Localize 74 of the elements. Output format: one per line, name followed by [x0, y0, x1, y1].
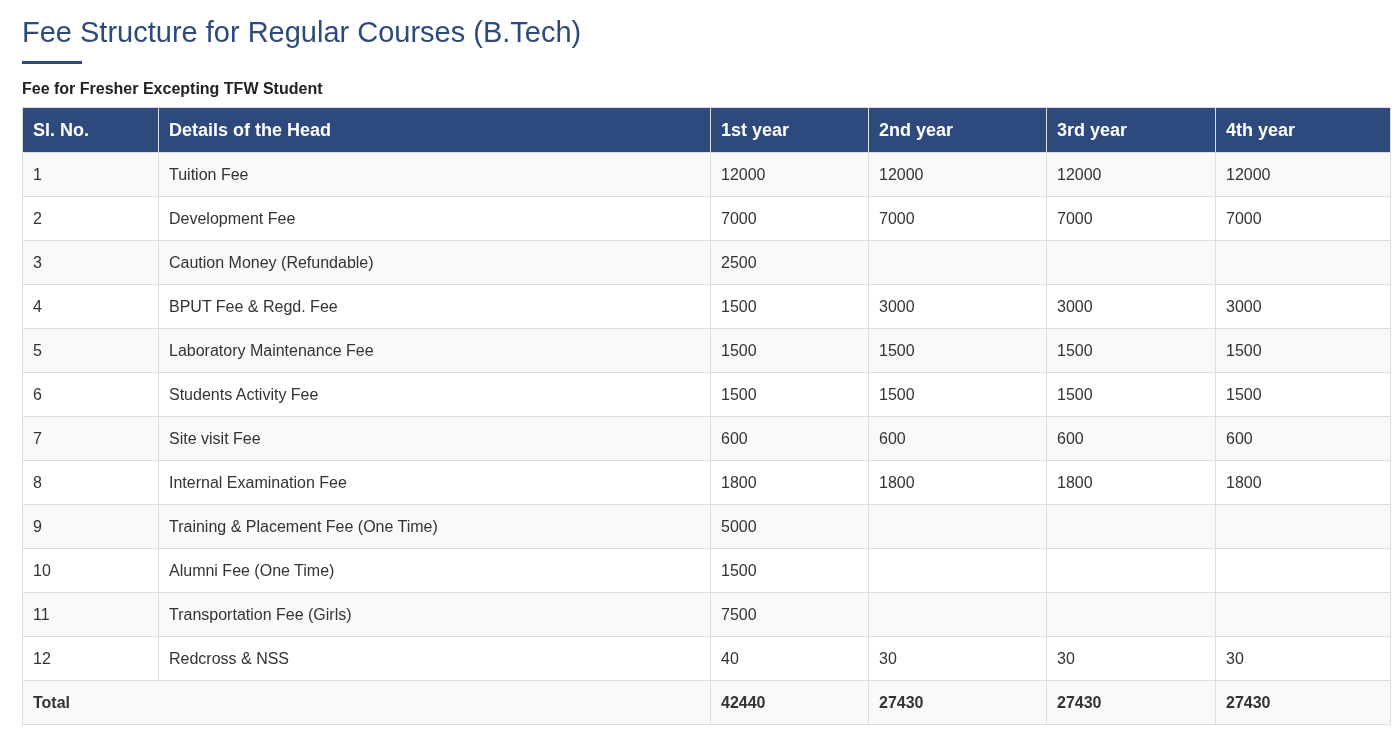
table-cell: Training & Placement Fee (One Time)	[158, 504, 711, 549]
table-cell: 1800	[1046, 460, 1216, 505]
table-cell: 30	[1046, 636, 1216, 681]
table-cell: 11	[22, 592, 159, 637]
table-cell: 5	[22, 328, 159, 373]
table-cell: 7	[22, 416, 159, 461]
table-cell: 8	[22, 460, 159, 505]
column-header: 2nd year	[868, 107, 1047, 153]
table-cell: BPUT Fee & Regd. Fee	[158, 284, 711, 329]
table-cell: 1500	[710, 372, 869, 417]
table-cell: 2500	[710, 240, 869, 285]
table-cell: Alumni Fee (One Time)	[158, 548, 711, 593]
table-cell: 600	[1215, 416, 1391, 461]
table-cell: 12000	[868, 152, 1047, 197]
table-cell: 3000	[868, 284, 1047, 329]
table-cell: 12	[22, 636, 159, 681]
table-cell: Caution Money (Refundable)	[158, 240, 711, 285]
column-header: Details of the Head	[158, 107, 711, 153]
table-cell: Tuition Fee	[158, 152, 711, 197]
column-header: 4th year	[1215, 107, 1391, 153]
table-cell: 1500	[1046, 372, 1216, 417]
table-cell: 600	[1046, 416, 1216, 461]
table-cell: 600	[868, 416, 1047, 461]
table-cell: 40	[710, 636, 869, 681]
table-cell: 7000	[1046, 196, 1216, 241]
column-header: 3rd year	[1046, 107, 1216, 153]
title-underline	[22, 61, 82, 64]
column-header: 1st year	[710, 107, 869, 153]
table-cell: 2	[22, 196, 159, 241]
table-cell: 1500	[868, 328, 1047, 373]
table-cell: Laboratory Maintenance Fee	[158, 328, 711, 373]
table-cell: 4	[22, 284, 159, 329]
table-cell: 1500	[868, 372, 1047, 417]
page-title: Fee Structure for Regular Courses (B.Tech)	[22, 15, 582, 50]
total-cell: 27430	[1215, 680, 1391, 725]
table-cell: 6	[22, 372, 159, 417]
table-cell: 7500	[710, 592, 869, 637]
table-cell: 5000	[710, 504, 869, 549]
table-cell: 12000	[710, 152, 869, 197]
table-cell: 1500	[1215, 372, 1391, 417]
total-label: Total	[22, 680, 711, 725]
table-cell: 1500	[710, 548, 869, 593]
table-cell: Students Activity Fee	[158, 372, 711, 417]
table-cell: 9	[22, 504, 159, 549]
table-cell: 1500	[1215, 328, 1391, 373]
table-cell: 12000	[1046, 152, 1216, 197]
table-cell: 1800	[868, 460, 1047, 505]
table-cell: 30	[868, 636, 1047, 681]
table-cell: Site visit Fee	[158, 416, 711, 461]
table-cell: 1	[22, 152, 159, 197]
table-cell: 600	[710, 416, 869, 461]
table-cell: 3	[22, 240, 159, 285]
table-subtitle: Fee for Fresher Excepting TFW Student	[22, 79, 323, 99]
total-cell: 27430	[1046, 680, 1216, 725]
table-cell: 7000	[868, 196, 1047, 241]
table-cell: 30	[1215, 636, 1391, 681]
table-cell: 3000	[1215, 284, 1391, 329]
table-cell: 12000	[1215, 152, 1391, 197]
table-cell: 7000	[710, 196, 869, 241]
table-cell: Development Fee	[158, 196, 711, 241]
table-cell: 7000	[1215, 196, 1391, 241]
total-cell: 42440	[710, 680, 869, 725]
table-cell: 1500	[710, 284, 869, 329]
table-cell: Internal Examination Fee	[158, 460, 711, 505]
table-cell: Redcross & NSS	[158, 636, 711, 681]
column-header: Sl. No.	[22, 107, 159, 153]
total-cell: 27430	[868, 680, 1047, 725]
table-cell: 3000	[1046, 284, 1216, 329]
table-cell: Transportation Fee (Girls)	[158, 592, 711, 637]
table-cell: 1800	[1215, 460, 1391, 505]
table-cell: 1500	[1046, 328, 1216, 373]
table-cell: 1800	[710, 460, 869, 505]
table-cell: 1500	[710, 328, 869, 373]
table-cell: 10	[22, 548, 159, 593]
